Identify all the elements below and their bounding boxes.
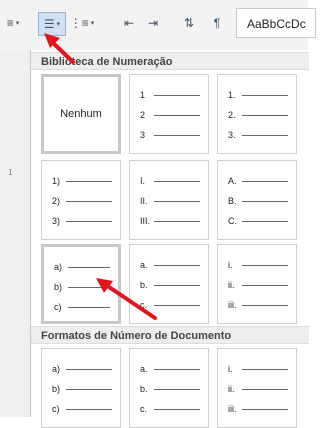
annotation-arrow-bottom [101,281,157,320]
annotation-arrows [44,33,157,320]
annotation-arrowhead-bottom [96,278,113,293]
